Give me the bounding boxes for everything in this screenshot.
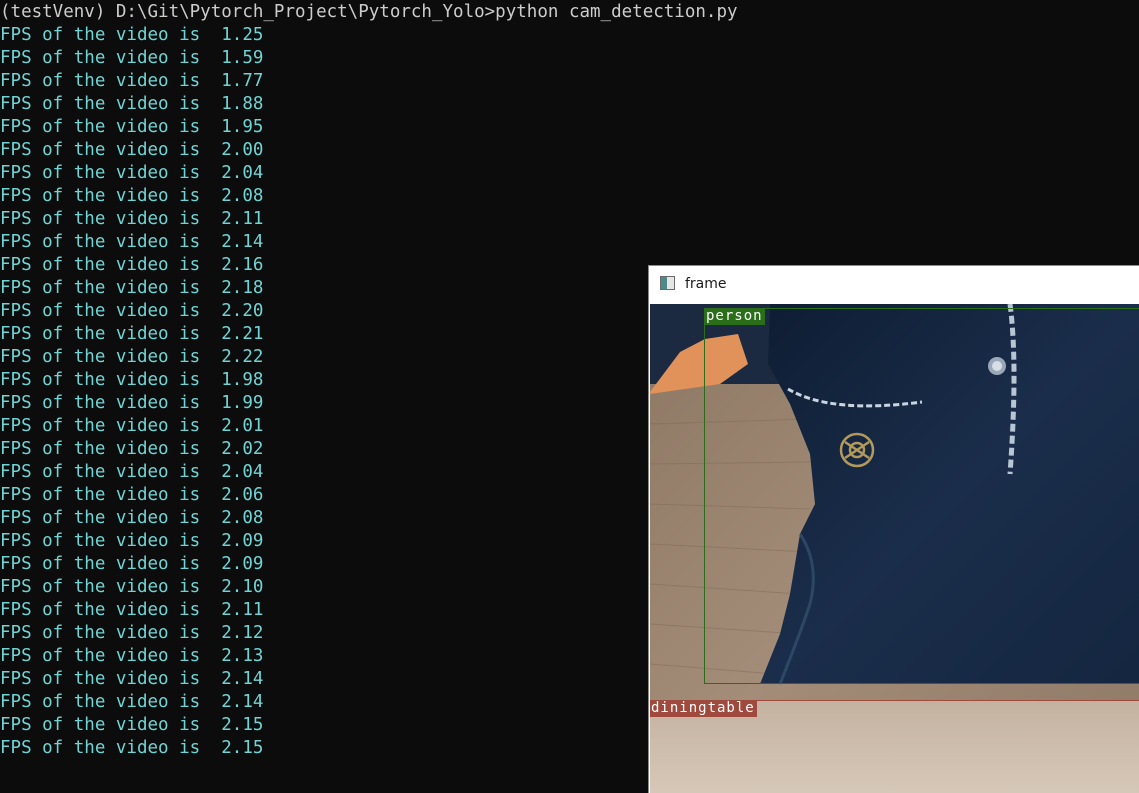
fps-output-line: FPS of the video is 2.16	[0, 255, 264, 275]
diningtable-label: diningtable	[650, 700, 757, 717]
window-icon	[660, 276, 675, 290]
fps-output-line: FPS of the video is 2.08	[0, 186, 264, 206]
fps-output-line: FPS of the video is 1.59	[0, 48, 264, 68]
fps-output-line: FPS of the video is 2.11	[0, 209, 264, 229]
fps-output-line: FPS of the video is 2.06	[0, 485, 264, 505]
fps-output-line: FPS of the video is 2.22	[0, 347, 264, 367]
frame-titlebar[interactable]: frame	[649, 266, 1139, 303]
camera-frame: person diningtable	[650, 304, 1139, 793]
fps-output-line: FPS of the video is 1.88	[0, 94, 264, 114]
command-prompt: (testVenv) D:\Git\Pytorch_Project\Pytorc…	[0, 2, 738, 22]
person-detection-box	[704, 308, 1139, 684]
fps-output-line: FPS of the video is 2.12	[0, 623, 264, 643]
fps-output-line: FPS of the video is 2.02	[0, 439, 264, 459]
fps-output-line: FPS of the video is 2.09	[0, 531, 264, 551]
fps-output-line: FPS of the video is 2.15	[0, 715, 264, 735]
fps-output-line: FPS of the video is 2.00	[0, 140, 264, 160]
fps-output-line: FPS of the video is 2.04	[0, 462, 264, 482]
fps-output-line: FPS of the video is 1.77	[0, 71, 264, 91]
fps-output-line: FPS of the video is 1.99	[0, 393, 264, 413]
fps-output-line: FPS of the video is 2.14	[0, 692, 264, 712]
fps-output-line: FPS of the video is 2.11	[0, 600, 264, 620]
fps-output-line: FPS of the video is 2.01	[0, 416, 264, 436]
fps-output-line: FPS of the video is 2.14	[0, 232, 264, 252]
fps-output-line: FPS of the video is 2.21	[0, 324, 264, 344]
frame-window[interactable]: frame person diningtable	[648, 265, 1139, 793]
fps-output-line: FPS of the video is 2.20	[0, 301, 264, 321]
fps-output-line: FPS of the video is 2.13	[0, 646, 264, 666]
person-label: person	[704, 308, 765, 325]
fps-output-line: FPS of the video is 2.08	[0, 508, 264, 528]
fps-output-line: FPS of the video is 1.95	[0, 117, 264, 137]
fps-output-line: FPS of the video is 1.98	[0, 370, 264, 390]
fps-output-line: FPS of the video is 2.10	[0, 577, 264, 597]
fps-output-line: FPS of the video is 2.14	[0, 669, 264, 689]
fps-output-line: FPS of the video is 2.09	[0, 554, 264, 574]
frame-title: frame	[685, 276, 727, 292]
fps-output-line: FPS of the video is 2.04	[0, 163, 264, 183]
fps-output-line: FPS of the video is 2.15	[0, 738, 264, 758]
fps-output-line: FPS of the video is 2.18	[0, 278, 264, 298]
fps-output-line: FPS of the video is 1.25	[0, 25, 264, 45]
